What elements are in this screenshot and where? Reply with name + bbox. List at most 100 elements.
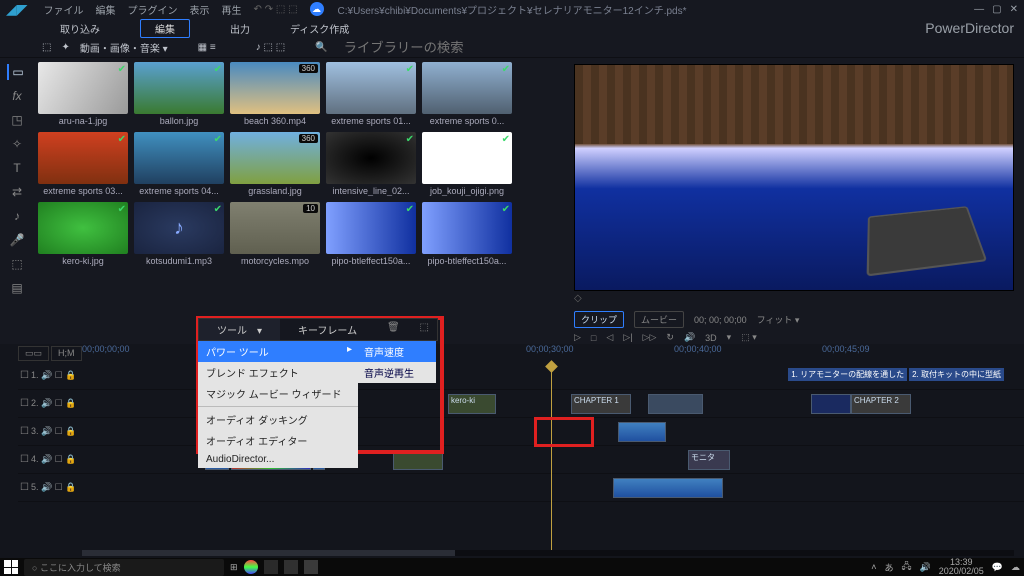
loop-button[interactable]: ↻ [666,332,674,343]
menu-item[interactable]: ブレンド エフェクト [198,362,358,383]
timeline-clip[interactable]: CHAPTER 2 [851,394,911,414]
trash-icon[interactable]: 🗑 [379,319,408,340]
menu-edit[interactable]: 編集 [96,2,116,17]
media-thumb[interactable]: ✔kero-ki.jpg [38,202,128,266]
context-menu: ツール ▾ キーフレーム 🗑 ⬚ パワー ツール▸音声速度音声逆再生ブレンド エ… [198,318,438,468]
menu-item[interactable]: パワー ツール▸音声速度音声逆再生 [198,341,358,362]
search-input[interactable] [344,40,464,55]
maximize-icon[interactable]: ▢ [992,4,1001,15]
timeline-clip[interactable]: モニタ [688,450,730,470]
pip-room-icon[interactable]: ◳ [7,112,27,128]
movie-mode-button[interactable]: ムービー [634,311,684,328]
menu-file[interactable]: ファイル [44,2,84,17]
preview-panel: ◇ クリップ ムービー 00; 00; 00;00 フィット ▾ ▷ □ ◁ ▷… [560,58,1024,348]
weather-icon[interactable]: ☁ [1011,562,1020,573]
chrome-icon[interactable] [244,560,258,574]
fx-room-icon[interactable]: fx [7,88,27,104]
media-thumb[interactable]: ✔extreme sports 0... [422,62,512,126]
tab-disc[interactable]: ディスク作成 [290,21,349,36]
transition-room-icon[interactable]: ⇄ [7,184,27,200]
h-scrollbar[interactable] [82,550,1014,556]
timeline-clip[interactable]: CHAPTER 1 [571,394,631,414]
media-thumb[interactable]: ✔intensive_line_02... [326,132,416,196]
clip-mode-button[interactable]: クリップ [574,311,624,328]
tray-chevron-icon[interactable]: ˄ [871,562,876,572]
media-thumb[interactable]: ✔extreme sports 03... [38,132,128,196]
app-logo-icon: ◢◤ [6,1,28,18]
hm-button[interactable]: H;M [51,346,82,361]
menu-item[interactable]: オーディオ エディター [198,430,358,451]
3d-button[interactable]: 3D [705,333,717,343]
chapter-room-icon[interactable]: ⬚ [7,256,27,272]
media-thumb[interactable]: 360beach 360.mp4 [230,62,320,126]
menu-item[interactable]: AudioDirector... [198,451,358,468]
subtitle-room-icon[interactable]: ▤ [7,280,27,296]
prev-frame-button[interactable]: ◁ [606,332,613,343]
import-icon[interactable]: ⬚ [42,42,51,53]
fast-forward-button[interactable]: ▷▷ [643,332,657,343]
media-thumb[interactable]: ✔pipo-btleffect150a... [422,202,512,266]
playhead[interactable] [551,362,552,550]
time-ruler[interactable]: 00;00;00;0000;00;10;0000;00;20;0000;00;3… [0,344,1024,362]
media-thumb[interactable]: ✔♪kotsudumi1.mp3 [134,202,224,266]
title-path: C:¥Users¥chibi¥Documents¥プロジェクト¥セレナリアモニタ… [338,2,687,17]
app-icon-2[interactable] [284,560,298,574]
media-library: ✔aru-na-1.jpg✔ballon.jpg360beach 360.mp4… [34,58,560,348]
media-thumb[interactable]: ✔extreme sports 01... [326,62,416,126]
notification-icon[interactable]: 💬 [992,562,1003,573]
timeline-view-button[interactable]: ▭▭ [18,346,49,361]
plugin-icon[interactable]: ✦ [61,42,69,53]
cloud-icon[interactable]: ☁ [310,2,324,16]
media-thumb[interactable]: 360grassland.jpg [230,132,320,196]
title-room-icon[interactable]: T [7,160,27,176]
menu-view[interactable]: 表示 [190,2,210,17]
media-thumb[interactable]: ✔extreme sports 04... [134,132,224,196]
app-icon-1[interactable] [264,560,278,574]
next-frame-button[interactable]: ▷| [623,332,632,343]
library-toolbar: ⬚ ✦ 動画・画像・音楽 ▾ ▦ ≡ ♪ ⬚ ⬚ 🔍 [0,38,1024,58]
media-thumb[interactable]: ✔job_kouji_ojigi.png [422,132,512,196]
stop-button[interactable]: □ [591,333,596,343]
particle-room-icon[interactable]: ✧ [7,136,27,152]
keyframe-button[interactable]: キーフレーム [280,319,375,340]
media-thumb[interactable]: ✔aru-na-1.jpg [38,62,128,126]
menu-plugin[interactable]: プラグイン [128,2,178,17]
fit-select[interactable]: フィット ▾ [757,313,800,326]
menu-item[interactable]: マジック ムービー ウィザード [198,383,358,404]
submenu-item[interactable]: 音声逆再生 [356,362,436,383]
timeline-clip[interactable] [811,394,851,414]
audio-room-icon[interactable]: ♪ [7,208,27,224]
submenu-item[interactable]: 音声速度 [356,341,436,362]
media-thumb[interactable]: ✔pipo-btleffect150a... [326,202,416,266]
media-room-icon[interactable]: ▭ [7,64,27,80]
tab-capture[interactable]: 取り込み [60,21,100,36]
windows-search[interactable]: ○ ここに入力して検索 [24,559,224,576]
tab-edit[interactable]: 編集 [140,19,190,38]
close-icon[interactable]: ✕ [1010,4,1018,15]
minimize-icon[interactable]: — [974,4,984,15]
ime-icon[interactable]: あ [884,561,893,574]
media-thumb[interactable]: ✔ballon.jpg [134,62,224,126]
preview-viewport[interactable] [574,64,1014,291]
timeline-clip[interactable]: kero-ki [448,394,496,414]
menu-item[interactable]: オーディオ ダッキング [198,409,358,430]
menu-play[interactable]: 再生 [222,2,242,17]
task-view-icon[interactable]: ⊞ [230,562,238,573]
app-icon-3[interactable] [304,560,318,574]
timeline-track: ☐4. 🔊 ☐ 🔒Aモニタ [18,446,1024,474]
play-button[interactable]: ▷ [574,332,581,343]
timeline-clip[interactable] [618,422,666,442]
more-icon[interactable]: ⬚ [412,319,437,340]
tab-produce[interactable]: 出力 [230,21,250,36]
category-select[interactable]: 動画・画像・音楽 ▾ [80,40,168,55]
tool-dropdown[interactable]: ツール ▾ [199,319,280,340]
timeline-clip[interactable] [613,478,723,498]
start-button[interactable] [4,560,18,574]
volume-icon[interactable]: 🔊 [920,562,931,573]
menubar: ◢◤ ファイル 編集 プラグイン 表示 再生 ↶ ↷ ⬚ ⬚ ☁ C:¥User… [0,0,1024,18]
network-icon[interactable]: 🖧 [901,559,911,575]
timeline-clip[interactable] [648,394,703,414]
timeline: 00;00;00;0000;00;10;0000;00;20;0000;00;3… [0,344,1024,558]
media-thumb[interactable]: 10motorcycles.mpo [230,202,320,266]
voice-room-icon[interactable]: 🎤 [7,232,27,248]
